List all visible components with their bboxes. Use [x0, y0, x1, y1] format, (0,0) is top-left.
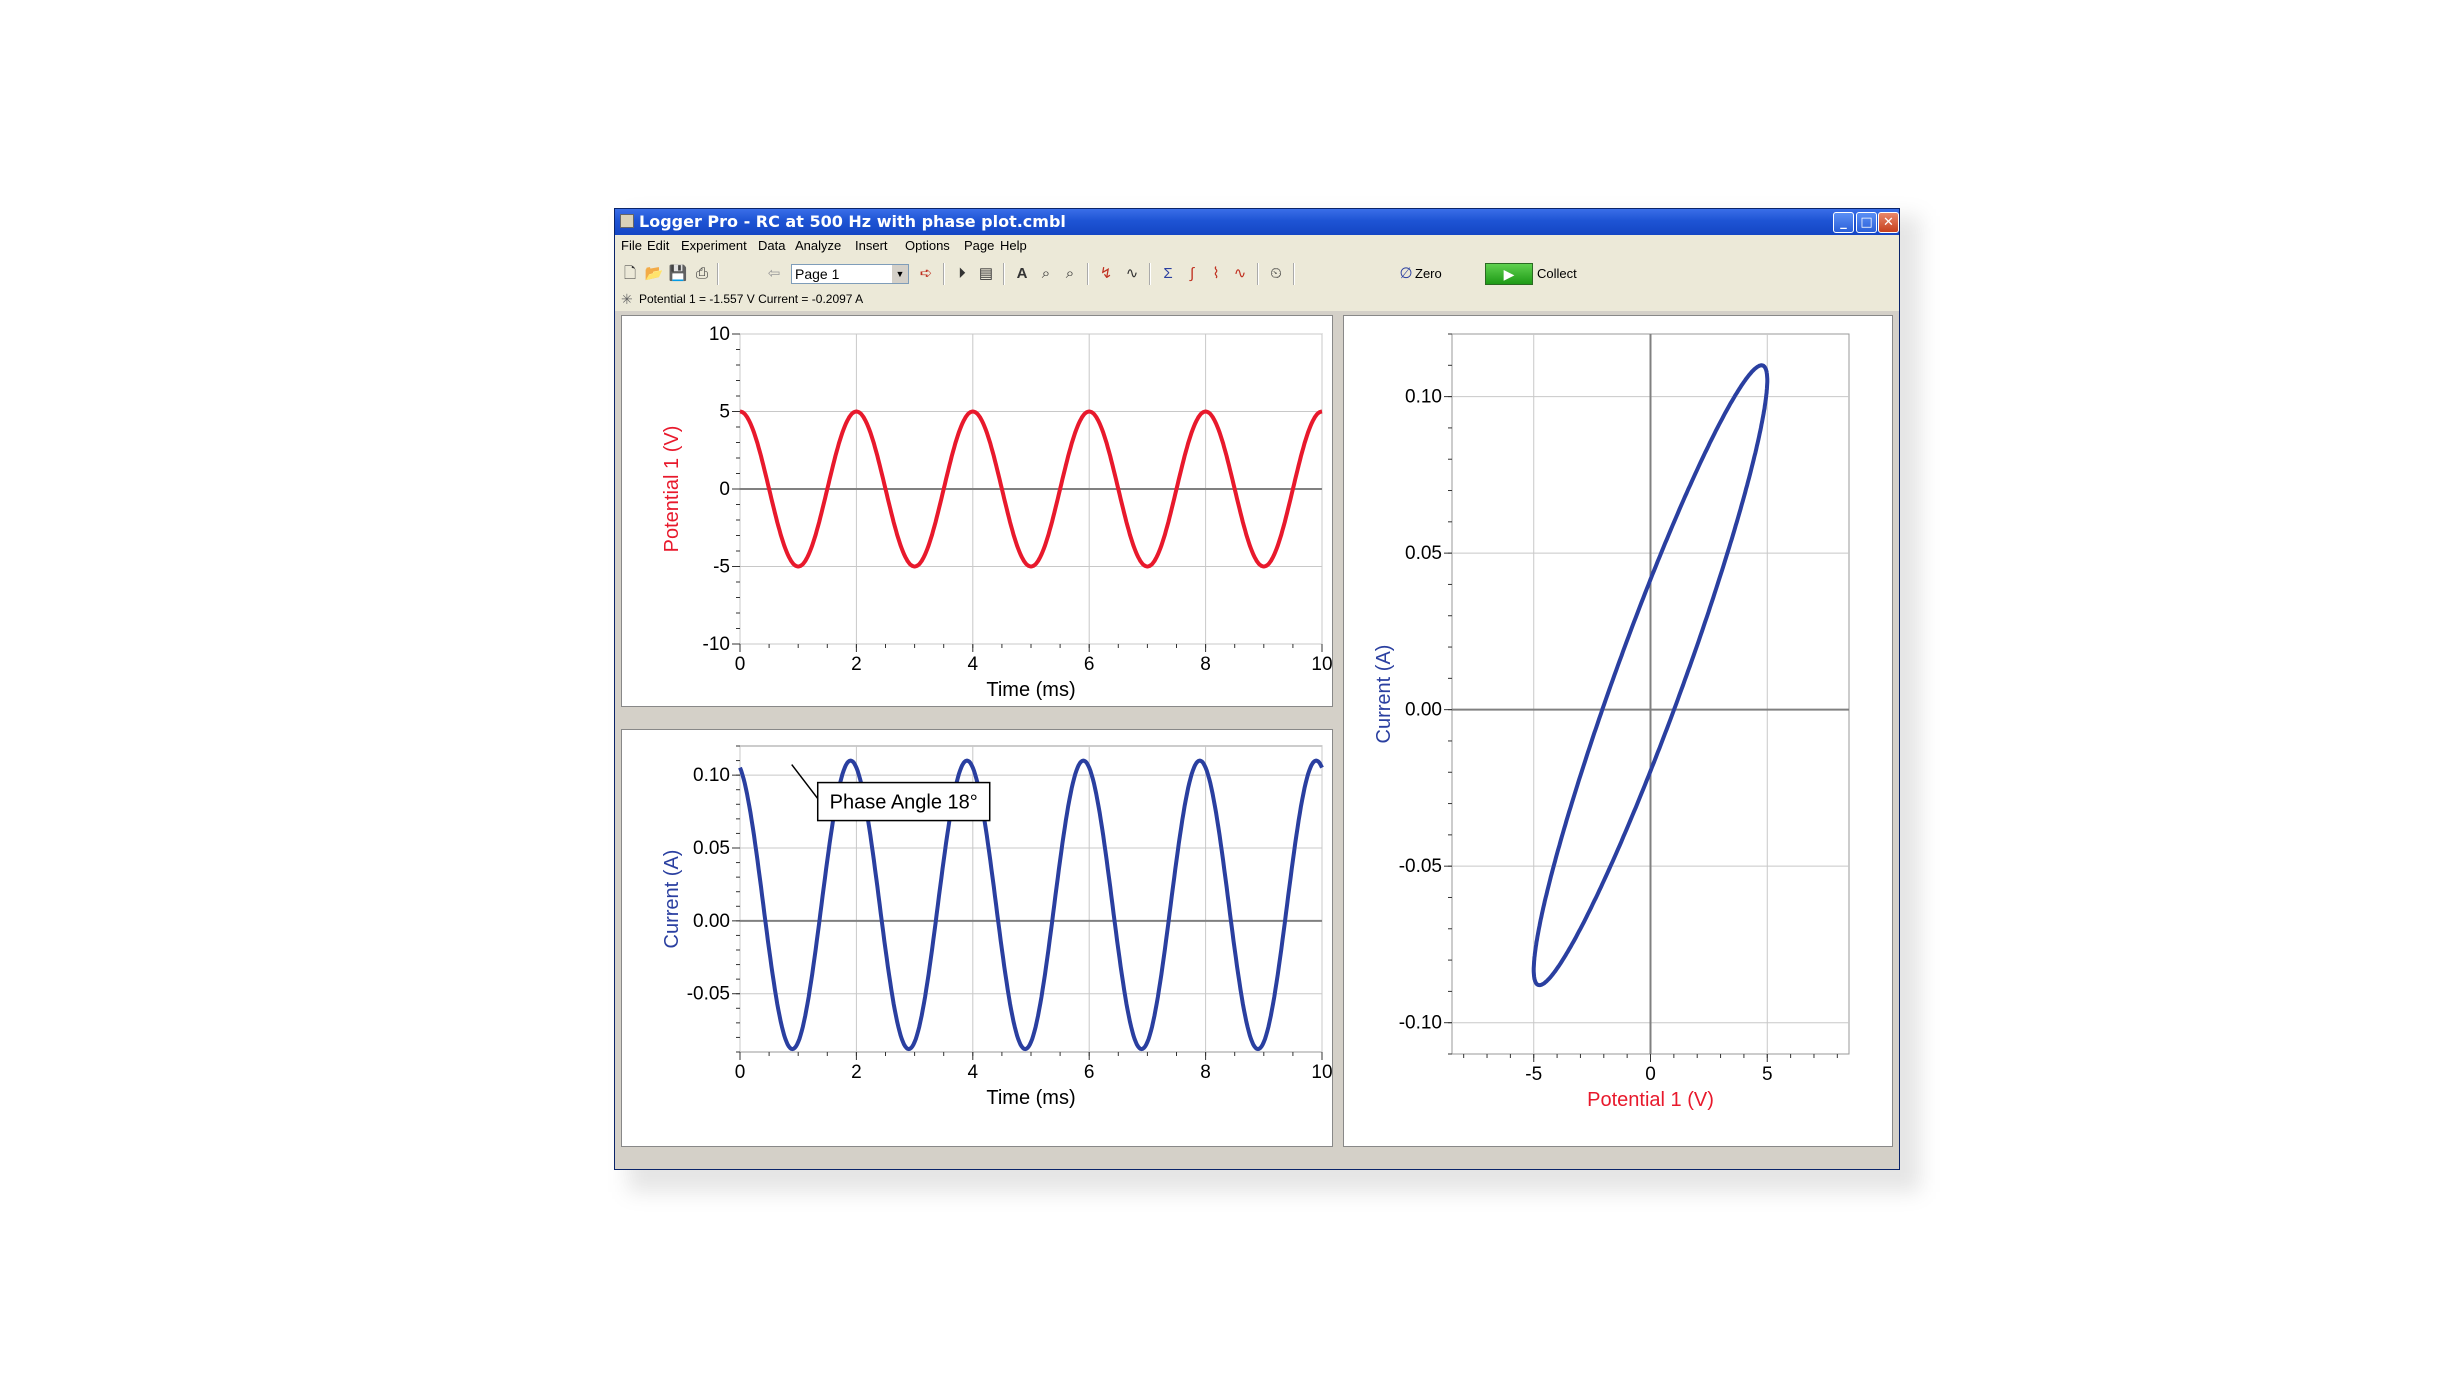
current-vs-potential-chart[interactable]: -5 0 5 -0.10 -0.05 0.00 0.05 0.10 Potential 1 (V…: [1344, 316, 1894, 1148]
menu-edit[interactable]: Edit: [647, 235, 669, 257]
window-title: Logger Pro - RC at 500 Hz with phase plo…: [639, 212, 1066, 231]
menu-experiment[interactable]: Experiment: [681, 235, 747, 257]
y-tick-label: 0.10: [1405, 387, 1442, 408]
play-pause-icon[interactable]: ⏵: [951, 263, 973, 285]
menu-insert[interactable]: Insert: [855, 235, 888, 257]
x-tick-label: 4: [968, 1062, 979, 1083]
toolbar-separator: [717, 263, 719, 285]
phase-angle-annotation: Phase Angle 18°: [830, 792, 978, 814]
fft-icon[interactable]: ∿: [1229, 263, 1251, 285]
toolbar-separator: [1003, 263, 1005, 285]
y-tick-label: 0.00: [693, 911, 730, 932]
menu-bar: File Edit Experiment Data Analyze Insert…: [615, 235, 1899, 257]
toolbar-separator: [943, 263, 945, 285]
x-tick-label: 2: [851, 654, 862, 675]
title-bar[interactable]: Logger Pro - RC at 500 Hz with phase plo…: [615, 209, 1899, 235]
y-tick-label: 0.05: [693, 838, 730, 859]
current-vs-time-chart[interactable]: 0 2 4 6 8 10 -0.05 0.00 0.05 0.10 Time (ms) Current…: [622, 730, 1334, 1148]
minimize-button[interactable]: _: [1833, 212, 1854, 233]
examine-icon[interactable]: ↯: [1095, 263, 1117, 285]
chevron-down-icon[interactable]: ▼: [892, 265, 908, 283]
open-folder-icon[interactable]: 📂: [643, 263, 665, 285]
y-tick-label: -0.05: [687, 984, 730, 1005]
x-tick-label: 5: [1762, 1064, 1773, 1085]
y-axis-label: Current (A): [661, 850, 683, 949]
x-tick-label: 10: [1311, 654, 1332, 675]
y-tick-label: 0.10: [693, 765, 730, 786]
page-back-icon[interactable]: ⇦: [763, 263, 785, 285]
toolbar-separator: [1149, 263, 1151, 285]
menu-data[interactable]: Data: [758, 235, 785, 257]
menu-options[interactable]: Options: [905, 235, 950, 257]
x-tick-label: 2: [851, 1062, 862, 1083]
toolbar-separator: [1087, 263, 1089, 285]
potential-graph-panel[interactable]: 0 2 4 6 8 10 -10 -5 0 5 10 Time (ms) Potential 1 (V): [621, 315, 1333, 707]
toolbar-separator: [1257, 263, 1259, 285]
annotation-leader-line: [791, 764, 819, 800]
page-forward-icon[interactable]: ➪: [915, 263, 937, 285]
zero-button[interactable]: Zero: [1415, 263, 1442, 285]
y-tick-label: -0.05: [1399, 856, 1442, 877]
y-tick-label: 5: [719, 402, 730, 423]
menu-file[interactable]: File: [621, 235, 642, 257]
integral-icon[interactable]: ∫: [1181, 263, 1203, 285]
autoscale-icon[interactable]: A: [1011, 263, 1033, 285]
zero-icon[interactable]: ∅: [1395, 263, 1417, 285]
y-tick-label: -5: [713, 557, 730, 578]
print-icon[interactable]: ⎙: [691, 263, 713, 285]
x-tick-label: 6: [1084, 654, 1095, 675]
menu-analyze[interactable]: Analyze: [795, 235, 841, 257]
y-tick-label: 0: [719, 479, 730, 500]
y-tick-label: 0.00: [1405, 700, 1442, 721]
zoom-in-icon[interactable]: ⌕: [1035, 263, 1057, 285]
y-tick-label: 0.05: [1405, 543, 1442, 564]
data-table-icon[interactable]: ▤: [975, 263, 997, 285]
x-tick-label: 0: [735, 654, 746, 675]
page-select[interactable]: Page 1 ▼: [791, 264, 909, 284]
x-tick-label: -5: [1525, 1064, 1542, 1085]
sensor-readout: Potential 1 = -1.557 V Current = -0.2097…: [639, 292, 864, 306]
potential-vs-time-chart[interactable]: 0 2 4 6 8 10 -10 -5 0 5 10 Time (ms) Potential 1 (V): [622, 316, 1334, 708]
x-tick-label: 4: [968, 654, 979, 675]
graph-area: 0 2 4 6 8 10 -10 -5 0 5 10 Time (ms) Potential 1 (V)…: [615, 311, 1899, 1169]
new-file-icon[interactable]: 🗋: [619, 263, 641, 285]
maximize-button[interactable]: □: [1856, 212, 1877, 233]
close-button[interactable]: ✕: [1878, 212, 1899, 233]
x-tick-label: 6: [1084, 1062, 1095, 1083]
menu-help[interactable]: Help: [1000, 235, 1027, 257]
current-graph-panel[interactable]: 0 2 4 6 8 10 -0.05 0.00 0.05 0.10 Time (ms) Current…: [621, 729, 1333, 1147]
sensor-readout-bar: ✳ Potential 1 = -1.557 V Current = -0.20…: [615, 289, 1899, 309]
toolbar: 🗋 📂 💾 ⎙ ⇦ Page 1 ▼ ➪ ⏵ ▤ A ⌕ ⌕ ↯ ∿ Σ ∫ ⌇…: [615, 257, 1899, 289]
x-axis-label: Potential 1 (V): [1587, 1089, 1714, 1111]
save-icon[interactable]: 💾: [667, 263, 689, 285]
x-tick-label: 0: [1645, 1064, 1656, 1085]
logger-pro-icon: [620, 214, 634, 228]
x-tick-label: 8: [1200, 1062, 1211, 1083]
y-axis-label: Current (A): [1373, 645, 1395, 744]
zoom-out-icon[interactable]: ⌕: [1059, 263, 1081, 285]
x-tick-label: 0: [735, 1062, 746, 1083]
curve-fit-icon[interactable]: ⌇: [1205, 263, 1227, 285]
statistics-icon[interactable]: Σ: [1157, 263, 1179, 285]
y-tick-label: -10: [703, 634, 730, 655]
app-window: Logger Pro - RC at 500 Hz with phase plo…: [614, 208, 1900, 1170]
toolbar-separator: [1293, 263, 1295, 285]
x-axis-label: Time (ms): [986, 679, 1075, 701]
tangent-icon[interactable]: ∿: [1121, 263, 1143, 285]
y-axis-label: Potential 1 (V): [661, 426, 683, 553]
menu-page[interactable]: Page: [964, 235, 994, 257]
page-select-value: Page 1: [795, 266, 840, 282]
y-tick-label: 10: [709, 324, 730, 345]
x-axis-label: Time (ms): [986, 1087, 1075, 1109]
collect-icon[interactable]: ▶: [1485, 263, 1533, 285]
sensor-star-icon: ✳: [621, 291, 633, 307]
phase-plot-panel[interactable]: -5 0 5 -0.10 -0.05 0.00 0.05 0.10 Potential 1 (V…: [1343, 315, 1893, 1147]
x-tick-label: 10: [1311, 1062, 1332, 1083]
collect-button[interactable]: Collect: [1537, 263, 1577, 285]
x-tick-label: 8: [1200, 654, 1211, 675]
timer-icon[interactable]: ⏲: [1265, 263, 1287, 285]
y-tick-label: -0.10: [1399, 1013, 1442, 1034]
